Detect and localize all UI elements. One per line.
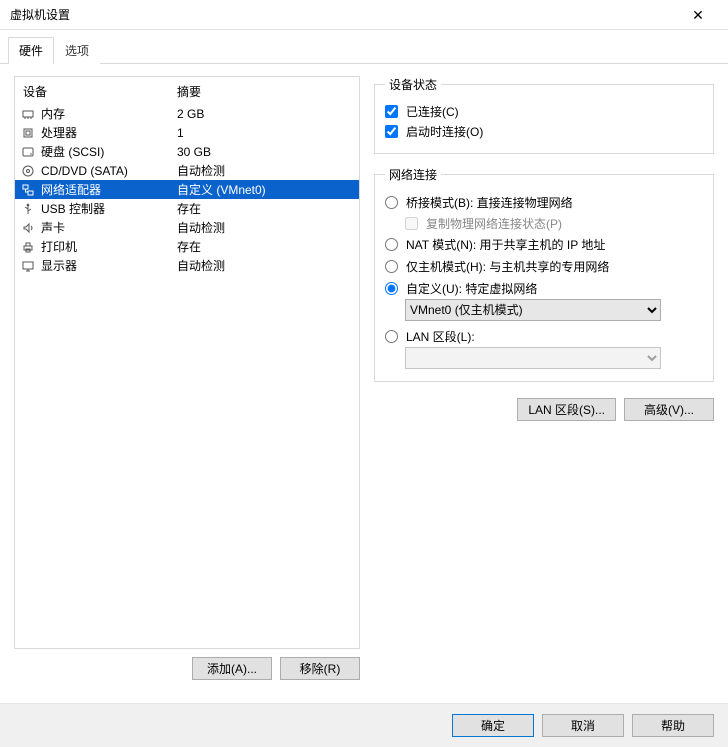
custom-label: 自定义(U): 特定虚拟网络 [406,280,537,297]
device-label: 处理器 [41,124,177,141]
connect-at-poweron-label: 启动时连接(O) [406,123,483,140]
custom-select-wrap: VMnet0 (仅主机模式) [385,299,703,321]
hostonly-radio[interactable] [385,260,398,273]
bridged-radio-row[interactable]: 桥接模式(B): 直接连接物理网络 [385,191,703,213]
lan-segment-label: LAN 区段(L): [406,328,475,345]
dialog-button-bar: 确定 取消 帮助 [0,703,728,747]
tab-hardware[interactable]: 硬件 [8,37,54,64]
device-row[interactable]: 内存2 GB [15,104,359,123]
nat-radio[interactable] [385,238,398,251]
lan-segments-button[interactable]: LAN 区段(S)... [517,398,616,421]
network-icon [19,182,37,198]
content-area: 设备 摘要 内存2 GB处理器1硬盘 (SCSI)30 GBCD/DVD (SA… [0,64,728,688]
lan-segment-select-wrap [385,347,703,369]
device-row[interactable]: 硬盘 (SCSI)30 GB [15,142,359,161]
disc-icon [19,163,37,179]
connect-at-poweron-checkbox[interactable] [385,125,398,138]
lan-segment-radio[interactable] [385,330,398,343]
connected-checkbox[interactable] [385,105,398,118]
col-summary-header: 摘要 [177,83,351,100]
lan-segment-radio-row[interactable]: LAN 区段(L): [385,325,703,347]
device-row[interactable]: 网络适配器自定义 (VMnet0) [15,180,359,199]
nat-radio-row[interactable]: NAT 模式(N): 用于共享主机的 IP 地址 [385,233,703,255]
tab-strip: 硬件 选项 [0,30,728,64]
col-device-header: 设备 [23,83,177,100]
custom-vmnet-select[interactable]: VMnet0 (仅主机模式) [405,299,661,321]
device-label: USB 控制器 [41,200,177,217]
replicate-checkbox [405,217,418,230]
device-summary: 自动检测 [177,219,355,236]
close-icon[interactable]: ✕ [678,0,718,30]
device-label: 网络适配器 [41,181,177,198]
device-label: 内存 [41,105,177,122]
right-action-buttons: LAN 区段(S)... 高级(V)... [374,394,714,421]
cancel-button[interactable]: 取消 [542,714,624,737]
device-list[interactable]: 内存2 GB处理器1硬盘 (SCSI)30 GBCD/DVD (SATA)自动检… [15,104,359,648]
add-button[interactable]: 添加(A)... [192,657,272,680]
title-bar: 虚拟机设置 ✕ [0,0,728,30]
settings-panel: 设备状态 已连接(C) 启动时连接(O) 网络连接 桥接模式(B): 直接连接物… [374,76,714,680]
device-list-buttons: 添加(A)... 移除(R) [14,649,360,680]
device-summary: 存在 [177,200,355,217]
device-row[interactable]: CD/DVD (SATA)自动检测 [15,161,359,180]
device-row[interactable]: 打印机存在 [15,237,359,256]
bridged-label: 桥接模式(B): 直接连接物理网络 [406,194,573,211]
device-label: 打印机 [41,238,177,255]
device-summary: 存在 [177,238,355,255]
custom-radio-row[interactable]: 自定义(U): 特定虚拟网络 [385,277,703,299]
remove-button[interactable]: 移除(R) [280,657,360,680]
device-label: 声卡 [41,219,177,236]
connected-label: 已连接(C) [406,103,459,120]
network-connection-legend: 网络连接 [385,166,441,183]
bridged-radio[interactable] [385,196,398,209]
tab-options[interactable]: 选项 [54,37,100,64]
help-button[interactable]: 帮助 [632,714,714,737]
custom-radio[interactable] [385,282,398,295]
device-row[interactable]: 声卡自动检测 [15,218,359,237]
usb-icon [19,201,37,217]
device-status-legend: 设备状态 [385,76,441,93]
disk-icon [19,144,37,160]
device-summary: 30 GB [177,145,355,159]
device-summary: 1 [177,126,355,140]
device-label: 显示器 [41,257,177,274]
device-row[interactable]: 显示器自动检测 [15,256,359,275]
advanced-button[interactable]: 高级(V)... [624,398,714,421]
window-title: 虚拟机设置 [10,6,678,23]
device-list-header: 设备 摘要 [15,77,359,104]
printer-icon [19,239,37,255]
replicate-label: 复制物理网络连接状态(P) [426,215,562,232]
device-row[interactable]: USB 控制器存在 [15,199,359,218]
display-icon [19,258,37,274]
nat-label: NAT 模式(N): 用于共享主机的 IP 地址 [406,236,605,253]
connected-checkbox-row[interactable]: 已连接(C) [385,101,703,121]
sound-icon [19,220,37,236]
ok-button[interactable]: 确定 [452,714,534,737]
lan-segment-select [405,347,661,369]
replicate-checkbox-row: 复制物理网络连接状态(P) [385,213,703,233]
device-label: 硬盘 (SCSI) [41,143,177,160]
cpu-icon [19,125,37,141]
device-panel: 设备 摘要 内存2 GB处理器1硬盘 (SCSI)30 GBCD/DVD (SA… [14,76,360,649]
device-label: CD/DVD (SATA) [41,164,177,178]
network-connection-group: 网络连接 桥接模式(B): 直接连接物理网络 复制物理网络连接状态(P) NAT… [374,166,714,382]
device-status-group: 设备状态 已连接(C) 启动时连接(O) [374,76,714,154]
hostonly-label: 仅主机模式(H): 与主机共享的专用网络 [406,258,609,275]
memory-icon [19,106,37,122]
left-column: 设备 摘要 内存2 GB处理器1硬盘 (SCSI)30 GBCD/DVD (SA… [14,76,360,680]
device-row[interactable]: 处理器1 [15,123,359,142]
hostonly-radio-row[interactable]: 仅主机模式(H): 与主机共享的专用网络 [385,255,703,277]
device-summary: 自动检测 [177,162,355,179]
device-summary: 自定义 (VMnet0) [177,181,355,198]
connect-at-poweron-checkbox-row[interactable]: 启动时连接(O) [385,121,703,141]
device-summary: 2 GB [177,107,355,121]
device-summary: 自动检测 [177,257,355,274]
